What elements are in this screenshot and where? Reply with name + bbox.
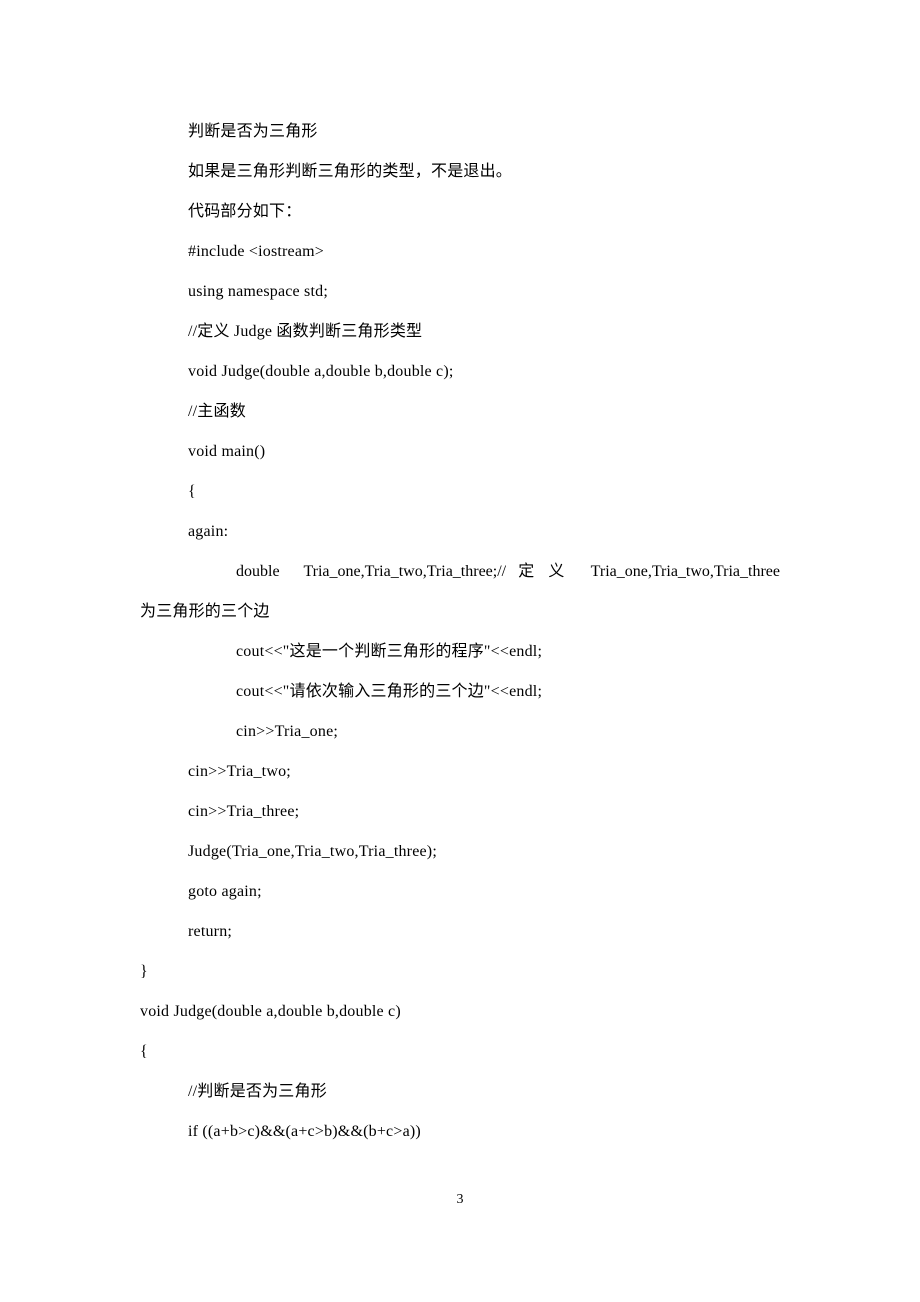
code-line: cout<<"这是一个判断三角形的程序"<<endl; [140, 632, 780, 672]
text-line: 如果是三角形判断三角形的类型，不是退出。 [140, 152, 780, 192]
code-line: if ((a+b>c)&&(a+c>b)&&(b+c>a)) [140, 1112, 780, 1152]
code-line: cin>>Tria_three; [140, 792, 780, 832]
code-line: } [140, 952, 780, 992]
code-line: { [140, 472, 780, 512]
code-line: void main() [140, 432, 780, 472]
code-line: Judge(Tria_one,Tria_two,Tria_three); [140, 832, 780, 872]
code-text: double Tria_one,Tria_two,Tria_three;// 定… [236, 563, 780, 580]
code-line: { [140, 1032, 780, 1072]
document-page: 判断是否为三角形 如果是三角形判断三角形的类型，不是退出。 代码部分如下： #i… [0, 0, 920, 1302]
text-line: 判断是否为三角形 [140, 112, 780, 152]
code-line: cin>>Tria_two; [140, 752, 780, 792]
code-line: void Judge(double a,double b,double c); [140, 352, 780, 392]
code-line: cout<<"请依次输入三角形的三个边"<<endl; [140, 672, 780, 712]
code-line: again: [140, 512, 780, 552]
code-line: //主函数 [140, 392, 780, 432]
code-line: cin>>Tria_one; [140, 712, 780, 752]
code-line: #include <iostream> [140, 232, 780, 272]
code-line: goto again; [140, 872, 780, 912]
code-line: using namespace std; [140, 272, 780, 312]
text-line: 代码部分如下： [140, 192, 780, 232]
page-number: 3 [0, 1192, 920, 1208]
code-line: //定义 Judge 函数判断三角形类型 [140, 312, 780, 352]
code-line: return; [140, 912, 780, 952]
code-line-wrapped: double Tria_one,Tria_two,Tria_three;// 定… [140, 552, 780, 592]
code-line: //判断是否为三角形 [140, 1072, 780, 1112]
code-line: void Judge(double a,double b,double c) [140, 992, 780, 1032]
code-line: 为三角形的三个边 [140, 592, 780, 632]
document-body: 判断是否为三角形 如果是三角形判断三角形的类型，不是退出。 代码部分如下： #i… [140, 112, 780, 1152]
